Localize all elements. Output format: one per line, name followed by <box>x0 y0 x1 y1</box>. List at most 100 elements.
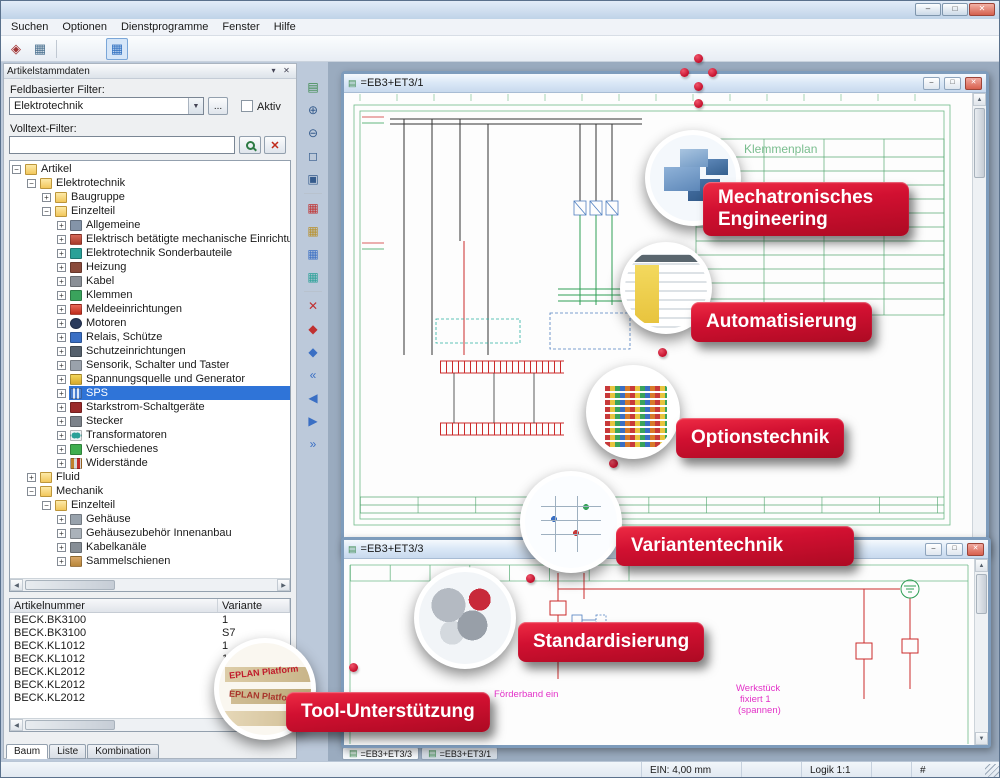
maximize-button[interactable]: □ <box>942 3 968 16</box>
tree-item[interactable]: +Klemmen <box>10 288 290 302</box>
list-hscrollbar[interactable]: ◀ ▶ <box>10 718 290 731</box>
expander-icon[interactable]: + <box>57 543 66 552</box>
tab-liste[interactable]: Liste <box>49 744 86 759</box>
grid-yellow-icon[interactable]: ▦ <box>302 220 324 242</box>
mdi-tab[interactable]: ▤=EB3+ET3/3 <box>342 747 419 760</box>
vertical-scrollbar[interactable]: ▲ ▼ <box>972 93 986 553</box>
zoom-in-icon[interactable]: ⊕ <box>302 99 324 121</box>
expander-icon[interactable]: + <box>57 319 66 328</box>
scrollbar-thumb[interactable] <box>974 108 985 178</box>
expander-icon[interactable]: + <box>42 193 51 202</box>
expander-icon[interactable]: − <box>27 179 36 188</box>
panel-close-icon[interactable]: ✕ <box>280 65 293 77</box>
scroll-track[interactable] <box>23 579 277 591</box>
panel-header[interactable]: Artikelstammdaten ▾ ✕ <box>4 64 296 79</box>
mdi-tab[interactable]: ▤=EB3+ET3/1 <box>421 747 498 760</box>
expander-icon[interactable]: + <box>57 221 66 230</box>
window-titlebar[interactable]: ▤ =EB3+ET3/1 – □ ✕ <box>344 74 986 93</box>
tree-item[interactable]: +Meldeeinrichtungen <box>10 302 290 316</box>
tree-item[interactable]: +SPS <box>10 386 290 400</box>
window-close-button[interactable]: ✕ <box>965 77 982 90</box>
window-maximize-button[interactable]: □ <box>944 77 961 90</box>
page-delete-icon[interactable]: ✕ <box>302 295 324 317</box>
scrollbar-thumb[interactable] <box>25 580 115 590</box>
expander-icon[interactable]: + <box>57 445 66 454</box>
aktiv-checkbox[interactable] <box>241 100 253 112</box>
article-master-data-icon[interactable]: ▦ <box>106 38 128 60</box>
scroll-right-icon[interactable]: ▶ <box>277 719 290 731</box>
zoom-out-icon[interactable]: ⊖ <box>302 122 324 144</box>
expander-icon[interactable]: + <box>57 263 66 272</box>
tree-item[interactable]: +Gehäuse <box>10 512 290 526</box>
window-minimize-button[interactable]: – <box>923 77 940 90</box>
tree-item[interactable]: +Relais, Schütze <box>10 330 290 344</box>
tree-item[interactable]: +Transformatoren <box>10 428 290 442</box>
tree-item[interactable]: −Elektrotechnik <box>10 176 290 190</box>
tree-item[interactable]: +Sensorik, Schalter und Taster <box>10 358 290 372</box>
vertical-scrollbar[interactable]: ▲ ▼ <box>974 559 988 745</box>
fulltext-input[interactable] <box>9 136 235 154</box>
scroll-up-icon[interactable]: ▲ <box>975 559 988 572</box>
list-row[interactable]: BECK.KL10121 <box>10 652 290 665</box>
scroll-left-icon[interactable]: ◀ <box>10 719 23 731</box>
menu-item-hilfe[interactable]: Hilfe <box>268 20 302 34</box>
scroll-track[interactable] <box>23 719 277 731</box>
tree-item[interactable]: +Elektrisch betätigte mechanische Einric… <box>10 232 290 246</box>
tree-item[interactable]: +Allgemeine <box>10 218 290 232</box>
expander-icon[interactable]: + <box>57 557 66 566</box>
window-minimize-button[interactable]: – <box>925 543 942 556</box>
expander-icon[interactable]: − <box>42 207 51 216</box>
scroll-track[interactable] <box>975 572 988 732</box>
tree-item[interactable]: −Einzelteil <box>10 498 290 512</box>
zoom-window-icon[interactable]: ◻ <box>302 145 324 167</box>
symbol-blue-icon[interactable]: ◆ <box>302 341 324 363</box>
tree-item[interactable]: +Kabelkanäle <box>10 540 290 554</box>
last-page-icon[interactable]: » <box>302 433 324 455</box>
expander-icon[interactable]: − <box>27 487 36 496</box>
grid-blue-icon[interactable]: ▦ <box>302 243 324 265</box>
menu-item-dienstprogramme[interactable]: Dienstprogramme <box>115 20 214 34</box>
scrollbar-thumb[interactable] <box>976 574 987 614</box>
tree-item[interactable]: +Starkstrom-Schaltgeräte <box>10 400 290 414</box>
expander-icon[interactable]: + <box>27 473 36 482</box>
column-header-artikelnummer[interactable]: Artikelnummer <box>10 599 218 612</box>
list-row[interactable]: BECK.BK3100S7 <box>10 626 290 639</box>
tree-item[interactable]: +Motoren <box>10 316 290 330</box>
expander-icon[interactable]: + <box>57 291 66 300</box>
scroll-up-icon[interactable]: ▲ <box>973 93 986 106</box>
tree-item[interactable]: +Schutzeinrichtungen <box>10 344 290 358</box>
expander-icon[interactable]: − <box>42 501 51 510</box>
menu-item-suchen[interactable]: Suchen <box>5 20 54 34</box>
expander-icon[interactable]: + <box>57 249 66 258</box>
tree-item[interactable]: +Baugruppe <box>10 190 290 204</box>
scrollbar-thumb[interactable] <box>25 720 115 730</box>
expander-icon[interactable]: + <box>57 529 66 538</box>
list-row[interactable]: BECK.KL2012 <box>10 691 290 704</box>
menu-item-fenster[interactable]: Fenster <box>216 20 265 34</box>
tree-item[interactable]: +Gehäusezubehör Innenanbau <box>10 526 290 540</box>
list-row[interactable]: BECK.BK31001 <box>10 613 290 626</box>
window-close-button[interactable]: ✕ <box>967 543 984 556</box>
expander-icon[interactable]: + <box>57 431 66 440</box>
window-titlebar[interactable]: ▤ =EB3+ET3/3 – □ ✕ <box>344 540 988 559</box>
table-icon[interactable]: ▦ <box>29 38 51 60</box>
tab-baum[interactable]: Baum <box>6 744 48 759</box>
expander-icon[interactable]: + <box>57 333 66 342</box>
tree-item[interactable]: −Artikel <box>10 162 290 176</box>
expander-icon[interactable]: + <box>57 459 66 468</box>
expander-icon[interactable]: + <box>57 235 66 244</box>
minimize-button[interactable]: – <box>915 3 941 16</box>
schematic-canvas[interactable]: Klemmenplan <box>344 93 986 553</box>
tree-hscrollbar[interactable]: ◀ ▶ <box>10 578 290 591</box>
graphic-preview-icon[interactable]: ▤ <box>302 76 324 98</box>
tree-item[interactable]: +Elektrotechnik Sonderbauteile <box>10 246 290 260</box>
tree-item[interactable]: +Stecker <box>10 414 290 428</box>
expander-icon[interactable]: + <box>57 515 66 524</box>
navigator-icon[interactable]: ◈ <box>5 38 27 60</box>
previous-page-icon[interactable]: ◀ <box>302 387 324 409</box>
clear-filter-button[interactable]: ✕ <box>264 136 286 154</box>
list-row[interactable]: BECK.KL20121 <box>10 678 290 691</box>
expander-icon[interactable]: + <box>57 417 66 426</box>
field-filter-combo[interactable]: Elektrotechnik ▼ <box>9 97 204 115</box>
browse-button[interactable]: ... <box>208 97 228 115</box>
